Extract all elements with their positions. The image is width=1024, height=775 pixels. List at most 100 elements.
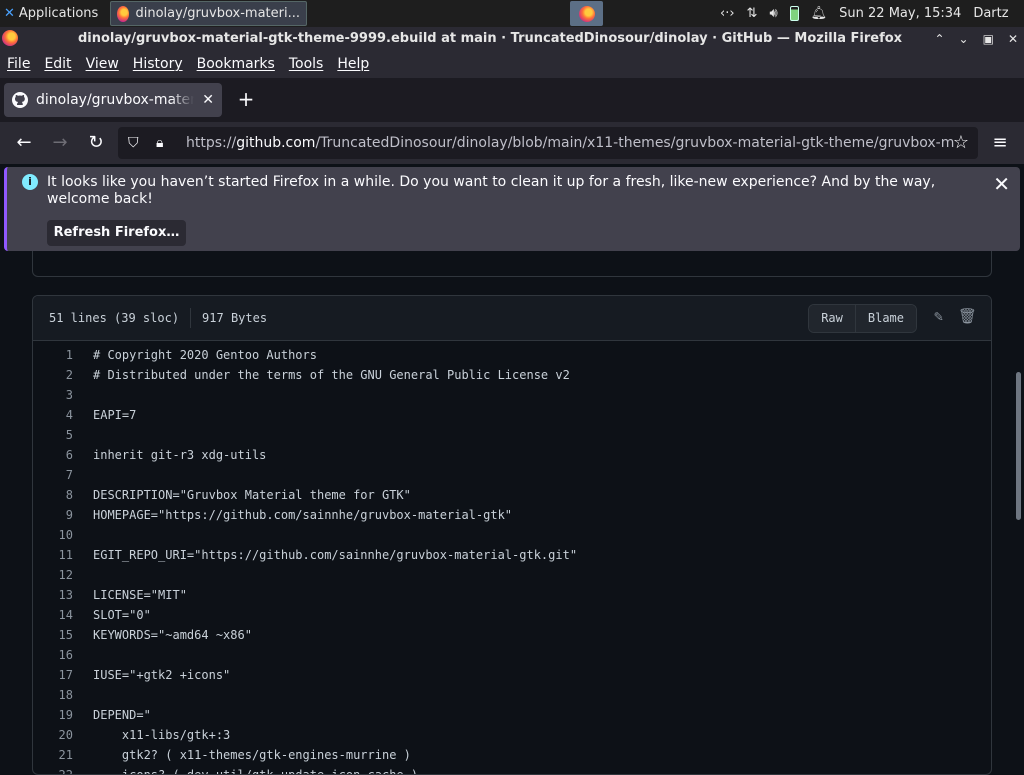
line-number[interactable]: 17 (33, 665, 73, 685)
url-text: https://github.com/TruncatedDinosour/din… (186, 135, 954, 151)
volume-icon[interactable]: 🔊︎ (769, 6, 777, 21)
line-number[interactable]: 2 (33, 365, 73, 385)
code-line: 18 (33, 685, 991, 705)
forward-button[interactable]: → (48, 131, 72, 155)
minimize-icon[interactable]: ⌃ (934, 32, 944, 46)
taskbar-firefox-window[interactable]: dinolay/gruvbox-materi... (110, 1, 307, 26)
menu-bar: File Edit View History Bookmarks Tools H… (0, 50, 1024, 78)
code-text: DEPEND=" (93, 708, 151, 722)
tab-close-icon[interactable]: ✕ (202, 92, 214, 108)
code-text: KEYWORDS="~amd64 ~x86" (93, 628, 252, 642)
code-line: 15 KEYWORDS="~amd64 ~x86" (33, 625, 991, 645)
menu-view[interactable]: View (86, 56, 119, 72)
code-line: 20 x11-libs/gtk+:3 (33, 725, 991, 745)
divider (190, 308, 192, 328)
line-number[interactable]: 12 (33, 565, 73, 585)
info-icon: i (22, 174, 38, 190)
line-number[interactable]: 18 (33, 685, 73, 705)
code-text: IUSE="+gtk2 +icons" (93, 668, 231, 682)
line-number[interactable]: 10 (33, 525, 73, 545)
line-number[interactable]: 5 (33, 425, 73, 445)
app-menu-icon[interactable]: ≡ (988, 131, 1012, 155)
taskbar-window-label: dinolay/gruvbox-materi... (135, 6, 300, 21)
code-text: EAPI=7 (93, 408, 137, 422)
notification-message: It looks like you haven’t started Firefo… (47, 174, 936, 207)
line-number[interactable]: 13 (33, 585, 73, 605)
pencil-icon[interactable]: ✎ (934, 307, 943, 325)
tab-github[interactable]: dinolay/gruvbox-material-gtk-theme ✕ (4, 83, 222, 117)
clock[interactable]: Sun 22 May, 15:34 (839, 6, 961, 21)
pinned-firefox-launcher[interactable] (570, 1, 603, 26)
menu-edit[interactable]: Edit (44, 56, 71, 72)
applications-label: Applications (18, 6, 99, 21)
new-tab-button[interactable]: + (234, 88, 258, 112)
line-number[interactable]: 21 (33, 745, 73, 765)
line-number[interactable]: 7 (33, 465, 73, 485)
code-text: inherit git-r3 xdg-utils (93, 448, 267, 462)
line-number[interactable]: 1 (33, 345, 73, 365)
line-number[interactable]: 15 (33, 625, 73, 645)
shield-icon[interactable]: ⛉ (128, 135, 144, 151)
menu-history[interactable]: History (133, 56, 183, 72)
applications-menu[interactable]: ✕ Applications (0, 0, 110, 27)
window-title: dinolay/gruvbox-material-gtk-theme-9999.… (77, 31, 903, 46)
code-text: gtk2? ( x11-themes/gtk-engines-murrine ) (93, 748, 411, 762)
blame-button[interactable]: Blame (854, 305, 916, 332)
line-number[interactable]: 9 (33, 505, 73, 525)
line-number[interactable]: 6 (33, 445, 73, 465)
system-panel: ✕ Applications dinolay/gruvbox-materi...… (0, 0, 1024, 27)
code-line: 19 DEPEND=" (33, 705, 991, 725)
window-titlebar[interactable]: dinolay/gruvbox-material-gtk-theme-9999.… (0, 27, 1024, 50)
line-number[interactable]: 16 (33, 645, 73, 665)
github-icon (12, 92, 28, 108)
line-number[interactable]: 14 (33, 605, 73, 625)
applications-icon: ✕ (4, 6, 15, 21)
file-header: 51 lines (39 sloc) 917 Bytes Raw Blame ✎… (33, 296, 991, 341)
tab-label: dinolay/gruvbox-material-gtk-theme (36, 92, 195, 108)
line-number[interactable]: 22 (33, 765, 73, 774)
code-line: 3 (33, 385, 991, 405)
raw-button[interactable]: Raw (809, 305, 855, 332)
maximize-icon[interactable]: ▣ (983, 32, 994, 46)
line-number[interactable]: 4 (33, 405, 73, 425)
battery-icon[interactable] (789, 6, 799, 21)
line-number[interactable]: 20 (33, 725, 73, 745)
code-text: EGIT_REPO_URI="https://github.com/sainnh… (93, 548, 578, 562)
code-line: 10 (33, 525, 991, 545)
code-line: 4 EAPI=7 (33, 405, 991, 425)
notification-bell-icon[interactable]: 🔔︎ (811, 6, 828, 21)
close-icon[interactable]: ✕ (1008, 32, 1018, 46)
code-listing: 1 # Copyright 2020 Gentoo Authors 2 # Distr… (33, 341, 991, 774)
menu-file[interactable]: File (7, 56, 30, 72)
code-text: LICENSE="MIT" (93, 588, 187, 602)
line-number[interactable]: 3 (33, 385, 73, 405)
trash-icon[interactable]: 🗑︎ (958, 307, 977, 325)
user-name[interactable]: Dartz (973, 6, 1008, 21)
reload-button[interactable]: ↻ (84, 131, 108, 155)
line-number[interactable]: 8 (33, 485, 73, 505)
page-scrollbar[interactable] (1016, 372, 1021, 520)
lock-icon[interactable]: 🔒︎ (156, 135, 172, 151)
roll-icon[interactable]: ⌄ (959, 32, 969, 46)
code-text: SLOT="0" (93, 608, 151, 622)
network-icon[interactable]: ‹·› (720, 6, 735, 21)
line-number[interactable]: 19 (33, 705, 73, 725)
close-icon[interactable]: ✕ (993, 172, 1010, 196)
code-line: 9 HOMEPAGE="https://github.com/sainnhe/gr… (33, 505, 991, 525)
bookmark-star-icon[interactable]: ☆ (949, 131, 973, 155)
menu-bookmarks[interactable]: Bookmarks (197, 56, 275, 72)
url-host: github.com (236, 135, 316, 151)
menu-tools[interactable]: Tools (289, 56, 324, 72)
refresh-firefox-button[interactable]: Refresh Firefox… (47, 220, 186, 246)
tab-strip: dinolay/gruvbox-material-gtk-theme ✕ + (0, 78, 1024, 122)
url-bar[interactable]: ⛉ 🔒︎ https://github.com/TruncatedDinosou… (118, 127, 978, 159)
transfer-icon[interactable]: ⇅ (747, 6, 758, 21)
menu-help[interactable]: Help (337, 56, 369, 72)
code-line: 13 LICENSE="MIT" (33, 585, 991, 605)
back-button[interactable]: ← (12, 131, 36, 155)
line-number[interactable]: 11 (33, 545, 73, 565)
